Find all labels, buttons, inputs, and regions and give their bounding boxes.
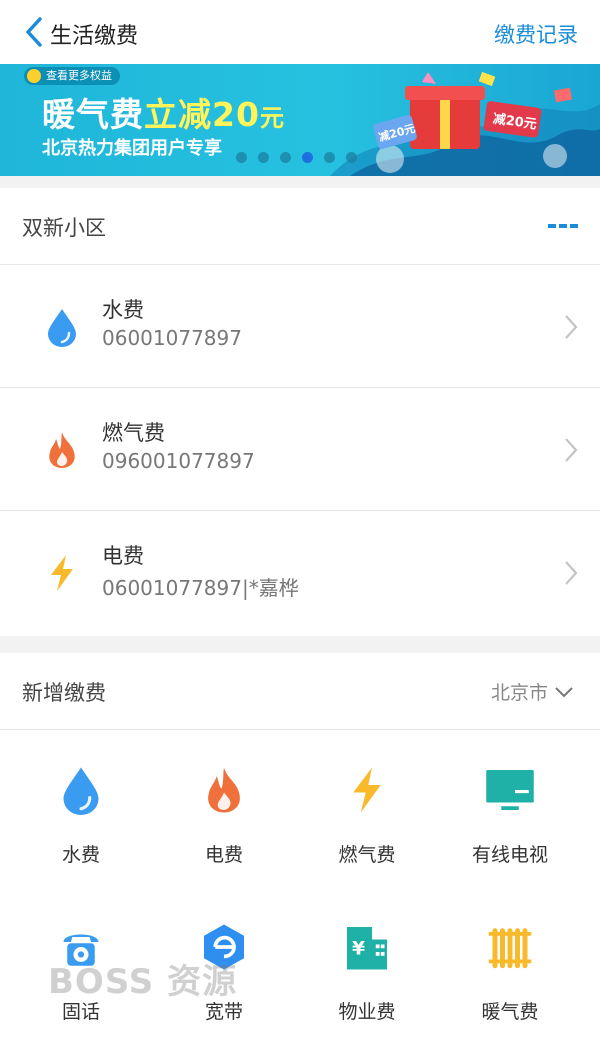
lightning-icon [353, 767, 381, 813]
add-payment-title: 新增缴费 [22, 681, 106, 705]
community-name: 双新小区 [22, 216, 106, 240]
payment-type-label: 物业费 [338, 1001, 396, 1023]
page-title: 生活缴费 [50, 24, 139, 49]
banner-headline: 暖气费立减20元 [42, 95, 285, 134]
watermark-text: BOSS 资源 [48, 962, 238, 1002]
lightning-icon [51, 555, 73, 591]
chevron-down-icon [555, 686, 573, 697]
bill-name: 电费 [102, 544, 144, 568]
navigation-bar: 生活缴费 缴费记录 [0, 0, 600, 64]
flame-icon [208, 767, 240, 813]
back-arrow-icon[interactable] [22, 16, 48, 48]
bill-row[interactable]: 燃气费 096001077897 [0, 388, 600, 511]
flame-icon [49, 432, 75, 468]
account-number: 096001077897 [102, 449, 255, 473]
account-number: 06001077897 [102, 326, 242, 350]
chevron-right-icon [565, 315, 578, 339]
bill-row[interactable]: 水费 06001077897 [0, 265, 600, 388]
payment-type-item[interactable]: 电费 [149, 729, 299, 879]
crown-icon [27, 69, 41, 83]
water-drop-icon [48, 309, 76, 347]
payment-type-label: 有线电视 [471, 844, 548, 866]
radiator-icon [488, 928, 532, 969]
tv-icon [486, 770, 534, 810]
payment-type-label: 水费 [61, 844, 100, 866]
payment-type-label: 暖气费 [481, 1001, 539, 1023]
water-drop-icon [63, 767, 99, 815]
carousel-dot[interactable] [346, 152, 357, 163]
carousel-indicator [236, 152, 357, 164]
payment-type-item[interactable]: ¥ 物业费 [292, 886, 442, 1036]
bill-name: 水费 [102, 298, 144, 322]
bill-row[interactable]: 电费 06001077897|*嘉桦 [0, 511, 600, 633]
account-number: 06001077897|*嘉桦 [102, 576, 299, 600]
payment-type-label: 燃气费 [338, 844, 396, 866]
payment-type-item[interactable]: 水费 [6, 729, 156, 879]
chevron-right-icon [565, 438, 578, 462]
svg-text:¥: ¥ [352, 939, 365, 960]
gift-illustration: 减20元 减20元 [330, 71, 600, 176]
chevron-right-icon [565, 561, 578, 585]
building-icon: ¥ [347, 927, 387, 970]
carousel-dot[interactable] [280, 152, 291, 163]
payment-type-label: 电费 [204, 844, 243, 866]
carousel-dot[interactable] [302, 152, 313, 163]
community-section: 双新小区 水费 06001077897 燃气费 096001077897 电费 06001… [0, 188, 600, 636]
carousel-dot[interactable] [258, 152, 269, 163]
carousel-dot[interactable] [236, 152, 247, 163]
city-selector[interactable]: 北京市 [491, 678, 574, 705]
city-name: 北京市 [490, 682, 548, 704]
payment-type-item[interactable]: 燃气费 [292, 729, 442, 879]
community-header: 双新小区 [0, 188, 600, 265]
add-payment-header: 新增缴费 北京市 [0, 653, 600, 730]
more-icon[interactable] [548, 224, 578, 229]
payment-record-link[interactable]: 缴费记录 [494, 19, 578, 49]
payment-type-item[interactable]: 有线电视 [435, 729, 585, 879]
payment-type-item[interactable]: 暖气费 [435, 886, 585, 1036]
banner-subline: 北京热力集团用户专享 [42, 138, 222, 159]
carousel-dot[interactable] [324, 152, 335, 163]
bill-name: 燃气费 [102, 421, 165, 445]
